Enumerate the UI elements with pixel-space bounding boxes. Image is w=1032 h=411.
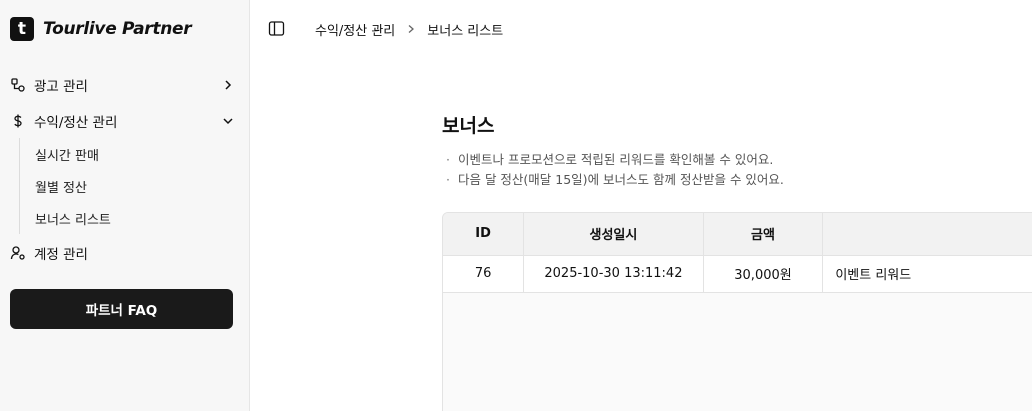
- cell-created-at: 2025-10-30 13:11:42: [523, 255, 704, 293]
- brand[interactable]: t Tourlive Partner: [10, 17, 192, 41]
- user-settings-icon: [10, 245, 26, 261]
- partner-faq-button[interactable]: 파트너 FAQ: [10, 289, 233, 329]
- cell-description: 이벤트 리워드: [822, 255, 1032, 293]
- column-header-id: ID: [443, 213, 525, 256]
- brand-logo: t: [10, 17, 34, 41]
- bonus-table-container: ID 생성일시 금액 76 2025-10-30 13:11:42 30,000…: [442, 212, 1032, 411]
- note-text: 이벤트나 프로모션으로 적립된 리워드를 확인해볼 수 있어요.: [457, 152, 774, 167]
- note-item: · 다음 달 정산(매달 15일)에 보너스도 함께 정산받을 수 있어요.: [446, 170, 784, 190]
- note-item: · 이벤트나 프로모션으로 적립된 리워드를 확인해볼 수 있어요.: [446, 150, 784, 170]
- sidebar-item-ad-management[interactable]: 광고 관리: [10, 71, 236, 99]
- column-header-description: [822, 213, 1032, 256]
- note-text: 다음 달 정산(매달 15일)에 보너스도 함께 정산받을 수 있어요.: [457, 172, 784, 187]
- sidebar-item-label: 계정 관리: [34, 247, 88, 263]
- page-title: 보너스: [442, 115, 495, 137]
- sidebar-item-revenue-settlement[interactable]: 수익/정산 관리: [10, 107, 236, 135]
- column-header-created-at: 생성일시: [523, 213, 704, 256]
- sidebar: t Tourlive Partner 광고 관리 수익/정산 관리 실시간 판매…: [0, 0, 250, 411]
- sidebar-item-label: 광고 관리: [34, 79, 88, 95]
- sidebar-subitem-monthly-settlement[interactable]: 월별 정산: [35, 177, 87, 196]
- subnav-divider: [19, 138, 20, 234]
- dollar-icon: [10, 113, 26, 129]
- panel-left-icon: [268, 21, 285, 36]
- sidebar-toggle-button[interactable]: [268, 20, 285, 37]
- cell-amount: 30,000원: [703, 255, 824, 293]
- table-header-row: ID 생성일시 금액: [443, 213, 1032, 256]
- ad-icon: [10, 77, 26, 93]
- column-header-amount: 금액: [703, 213, 824, 256]
- note-bullet: ·: [446, 152, 450, 167]
- breadcrumb-parent[interactable]: 수익/정산 관리: [315, 20, 395, 39]
- table-row[interactable]: 76 2025-10-30 13:11:42 30,000원 이벤트 리워드: [443, 255, 1032, 293]
- breadcrumb: 수익/정산 관리 보너스 리스트: [315, 19, 503, 39]
- brand-name: Tourlive Partner: [43, 19, 192, 39]
- notes-list: · 이벤트나 프로모션으로 적립된 리워드를 확인해볼 수 있어요. · 다음 달 …: [446, 150, 784, 190]
- sidebar-item-label: 수익/정산 관리: [34, 115, 118, 131]
- chevron-right-icon: [406, 24, 416, 34]
- cell-id: 76: [443, 255, 525, 293]
- sidebar-item-account-management[interactable]: 계정 관리: [10, 239, 236, 267]
- sidebar-subitem-bonus-list[interactable]: 보너스 리스트: [35, 209, 111, 228]
- note-bullet: ·: [446, 172, 450, 187]
- bonus-table: ID 생성일시 금액 76 2025-10-30 13:11:42 30,000…: [443, 213, 1032, 293]
- chevron-right-icon: [220, 77, 236, 93]
- breadcrumb-current: 보너스 리스트: [427, 23, 504, 39]
- chevron-down-icon: [220, 113, 236, 129]
- sidebar-subitem-realtime-sales[interactable]: 실시간 판매: [35, 145, 99, 164]
